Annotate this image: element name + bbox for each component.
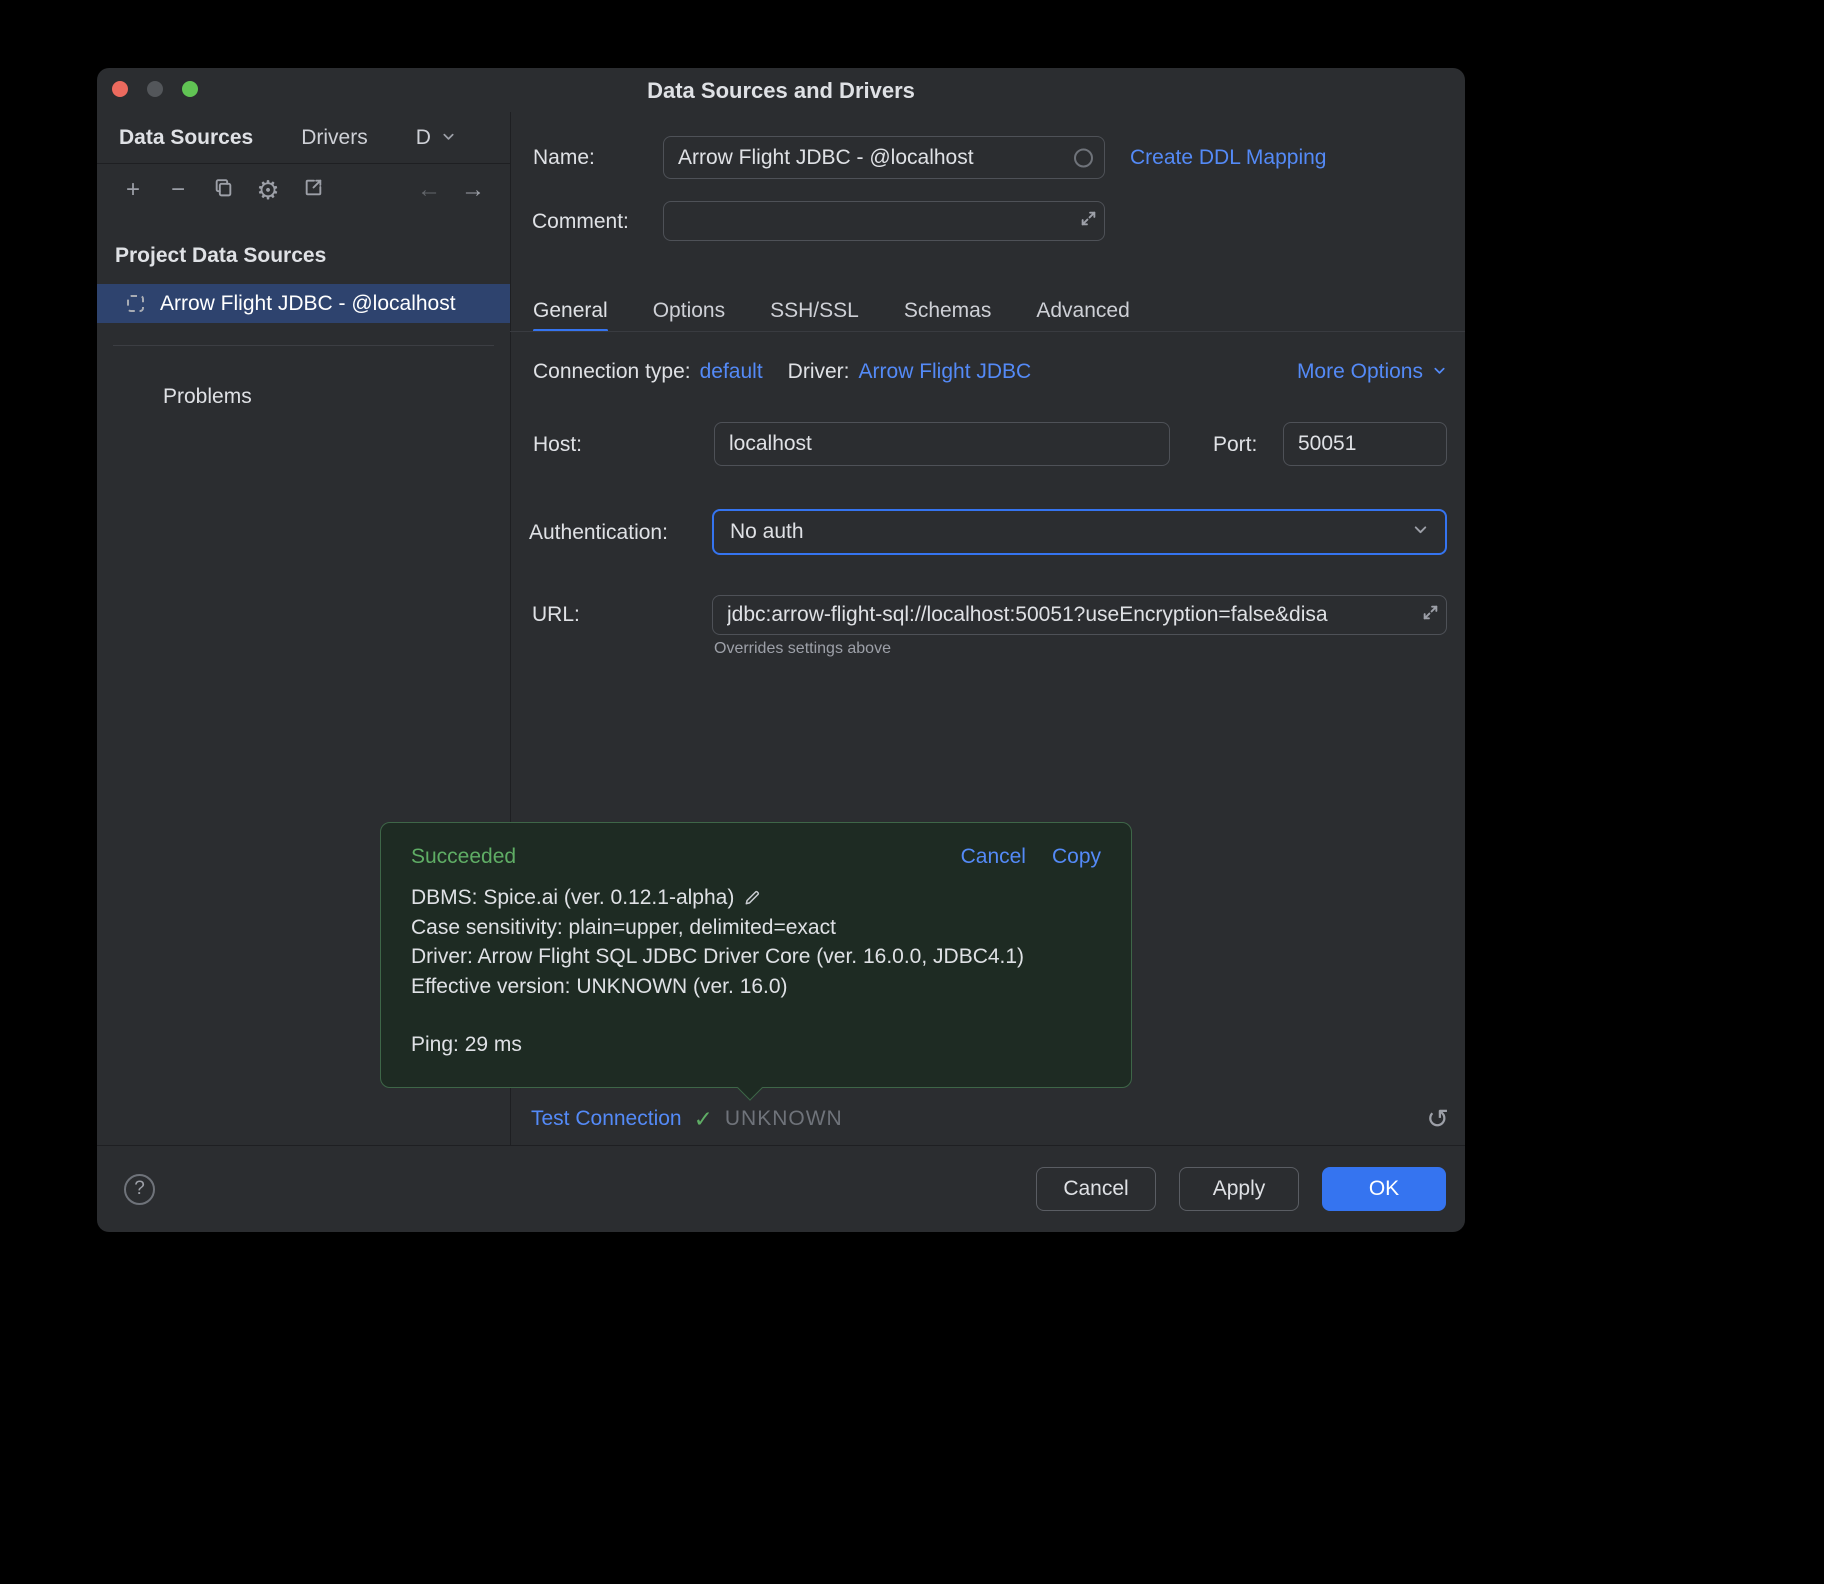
port-input[interactable] — [1284, 432, 1446, 456]
expand-icon — [1422, 604, 1439, 626]
datasource-list-item-selected[interactable]: Arrow Flight JDBC - @localhost — [97, 284, 510, 323]
name-label: Name: — [533, 146, 595, 170]
effective-version-line: Effective version: UNKNOWN (ver. 16.0) — [411, 972, 1101, 1002]
sidebar-item-problems[interactable]: Problems — [163, 385, 252, 409]
tab-options[interactable]: Options — [653, 289, 725, 332]
cancel-button[interactable]: Cancel — [1036, 1167, 1156, 1211]
titlebar: Data Sources and Drivers — [97, 68, 1465, 112]
driver-value-link[interactable]: Arrow Flight JDBC — [859, 360, 1032, 384]
back-button[interactable]: ← — [417, 178, 441, 202]
port-label: Port: — [1213, 433, 1257, 457]
more-options-button[interactable]: More Options — [1297, 360, 1447, 384]
tabs-divider — [510, 331, 1465, 332]
host-label: Host: — [533, 433, 582, 457]
host-input[interactable] — [715, 432, 1169, 456]
apply-button[interactable]: Apply — [1179, 1167, 1299, 1211]
data-sources-dialog: Data Sources and Drivers Data Sources Dr… — [97, 68, 1465, 1232]
test-connection-link[interactable]: Test Connection — [531, 1107, 682, 1131]
spinner-icon — [1074, 148, 1093, 167]
test-connection-row: Test Connection ✓ UNKNOWN — [531, 1102, 843, 1136]
more-options-label: More Options — [1297, 360, 1423, 384]
arrow-left-icon: ← — [417, 178, 441, 202]
connection-type-label: Connection type: — [533, 360, 691, 384]
datasource-driver-icon — [127, 295, 144, 312]
history-nav: ← → — [417, 178, 485, 202]
balloon-header: Succeeded Cancel Copy — [411, 845, 1101, 869]
export-icon — [303, 177, 324, 203]
sidebar-divider — [113, 345, 494, 346]
ping-line: Ping: 29 ms — [411, 1030, 1101, 1060]
revert-button[interactable]: ↺ — [1426, 1104, 1449, 1135]
remove-data-source-button[interactable]: − — [166, 178, 190, 202]
expand-url-button[interactable] — [1422, 604, 1439, 626]
add-data-source-button[interactable]: + — [121, 178, 145, 202]
arrow-right-icon: → — [461, 178, 485, 202]
name-input[interactable] — [664, 146, 1104, 170]
authentication-select[interactable]: No auth — [712, 509, 1447, 555]
balloon-actions: Cancel Copy — [961, 845, 1101, 869]
name-field — [663, 136, 1105, 179]
balloon-copy-link[interactable]: Copy — [1052, 845, 1101, 869]
tab-ssh-ssl[interactable]: SSH/SSL — [770, 289, 859, 332]
host-field — [714, 422, 1170, 466]
expand-comment-button[interactable] — [1080, 210, 1097, 232]
port-field — [1283, 422, 1447, 466]
undo-icon: ↺ — [1426, 1104, 1449, 1134]
datasource-item-label: Arrow Flight JDBC - @localhost — [160, 292, 456, 316]
authentication-value: No auth — [730, 520, 804, 544]
project-data-sources-heading: Project Data Sources — [115, 244, 326, 268]
driver-line: Driver: Arrow Flight SQL JDBC Driver Cor… — [411, 942, 1101, 972]
copy-icon — [213, 177, 234, 203]
minus-icon: − — [171, 178, 185, 202]
url-override-note: Overrides settings above — [714, 640, 891, 658]
url-label: URL: — [532, 603, 580, 627]
gear-icon: ⚙ — [256, 178, 279, 202]
driver-label: Driver: — [788, 360, 850, 384]
connection-type-value[interactable]: default — [700, 360, 763, 384]
comment-field — [663, 201, 1105, 241]
tab-overflow-label: D — [416, 126, 431, 150]
authentication-label: Authentication: — [529, 521, 668, 545]
pencil-icon[interactable] — [743, 888, 762, 907]
tab-data-sources[interactable]: Data Sources — [119, 126, 253, 150]
balloon-notch — [737, 1075, 762, 1100]
window-title: Data Sources and Drivers — [97, 68, 1465, 114]
footer-buttons: Cancel Apply OK — [1036, 1167, 1446, 1211]
settings-tabs: General Options SSH/SSL Schemas Advanced — [533, 289, 1130, 332]
question-icon: ? — [134, 1178, 145, 1200]
sidebar-tabs: Data Sources Drivers D — [97, 112, 510, 164]
comment-label: Comment: — [532, 210, 629, 234]
tab-schemas[interactable]: Schemas — [904, 289, 992, 332]
settings-button[interactable]: ⚙ — [256, 178, 280, 202]
tab-general[interactable]: General — [533, 289, 608, 332]
duplicate-button[interactable] — [211, 178, 235, 202]
forward-button[interactable]: → — [461, 178, 485, 202]
connection-type-row: Connection type: default Driver: Arrow F… — [533, 359, 1447, 385]
url-input[interactable] — [713, 603, 1446, 627]
ok-button[interactable]: OK — [1322, 1167, 1446, 1211]
chevron-down-icon — [1432, 360, 1447, 384]
tab-drivers[interactable]: Drivers — [301, 126, 368, 150]
chevron-down-icon — [1412, 520, 1429, 544]
check-icon: ✓ — [694, 1106, 713, 1133]
balloon-details: DBMS: Spice.ai (ver. 0.12.1-alpha) Case … — [411, 883, 1101, 1060]
balloon-cancel-link[interactable]: Cancel — [961, 845, 1026, 869]
chevron-down-icon — [441, 126, 456, 150]
expand-icon — [1080, 210, 1097, 232]
test-result-text: UNKNOWN — [725, 1107, 843, 1131]
create-ddl-mapping-link[interactable]: Create DDL Mapping — [1130, 146, 1327, 170]
dbms-line: DBMS: Spice.ai (ver. 0.12.1-alpha) — [411, 883, 734, 913]
sidebar-toolbar: + − ⚙ ← → — [97, 164, 510, 216]
test-connection-result-balloon: Succeeded Cancel Copy DBMS: Spice.ai (ve… — [380, 822, 1132, 1088]
status-succeeded: Succeeded — [411, 845, 516, 869]
plus-icon: + — [126, 178, 140, 202]
comment-input[interactable] — [664, 209, 1104, 233]
export-button[interactable] — [301, 178, 325, 202]
help-button[interactable]: ? — [124, 1174, 155, 1205]
footer-bar: ? Cancel Apply OK — [97, 1146, 1465, 1232]
tab-ddl-mappings-truncated[interactable]: D — [416, 126, 456, 150]
case-sensitivity-line: Case sensitivity: plain=upper, delimited… — [411, 913, 1101, 943]
tab-advanced[interactable]: Advanced — [1036, 289, 1129, 332]
url-field — [712, 595, 1447, 635]
